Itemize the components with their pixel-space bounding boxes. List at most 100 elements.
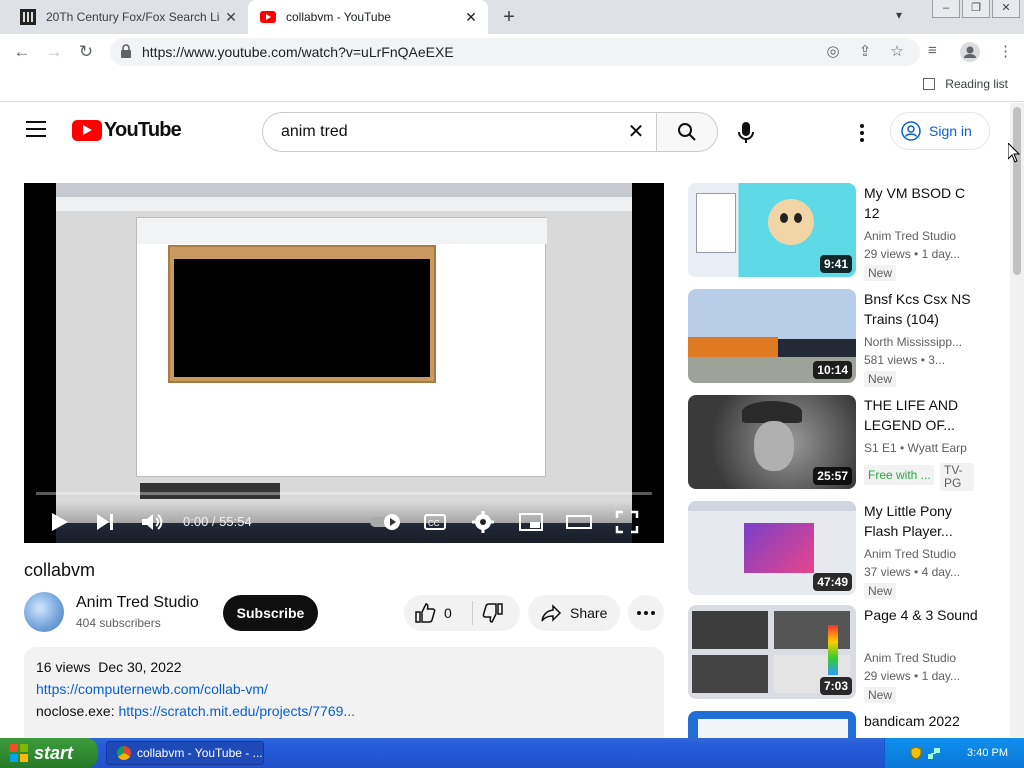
tab-title: 20Th Century Fox/Fox Search Light xyxy=(46,10,220,24)
like-count: 0 xyxy=(444,605,452,621)
subtitles-icon[interactable]: CC xyxy=(422,509,448,535)
profile-avatar-icon[interactable] xyxy=(960,42,980,62)
description-box[interactable]: 16 views Dec 30, 2022 https://computerne… xyxy=(24,647,664,747)
close-tab-icon[interactable]: ✕ xyxy=(220,6,242,28)
taskbar-chrome-window[interactable]: collabvm - YouTube - ... xyxy=(106,741,264,765)
subscribe-button[interactable]: Subscribe xyxy=(223,595,318,631)
description-link-scratch[interactable]: https://scratch.mit.edu/projects/7769... xyxy=(119,703,356,719)
recommendation-item[interactable]: 7:03 Page 4 & 3 Sound Anim Tred Studio 2… xyxy=(688,605,988,703)
close-tab-icon[interactable]: ✕ xyxy=(460,6,482,28)
recommendation-title[interactable]: Bnsf Kcs Csx NS Trains (104) xyxy=(864,289,980,329)
theater-mode-icon[interactable] xyxy=(566,509,592,535)
scrollbar-thumb[interactable] xyxy=(1013,107,1021,275)
tracking-eye-slash-icon[interactable]: ◎ xyxy=(824,43,842,61)
recommendation-channel[interactable]: S1 E1 • Wyatt Earp xyxy=(864,441,974,455)
recommendation-title[interactable]: My VM BSOD C 12 xyxy=(864,183,980,223)
back-arrow-icon[interactable]: ← xyxy=(10,40,34,64)
share-page-icon[interactable]: ⇪ xyxy=(856,43,874,61)
settings-gear-icon[interactable] xyxy=(470,509,496,535)
media-queue-icon[interactable]: ≡ xyxy=(928,42,937,59)
channel-avatar[interactable] xyxy=(24,592,64,632)
settings-more-icon[interactable] xyxy=(850,121,874,145)
description-meta: 16 views Dec 30, 2022 xyxy=(36,659,652,675)
bookmark-star-icon[interactable]: ☆ xyxy=(888,43,906,61)
recommendation-title[interactable]: THE LIFE AND LEGEND OF... xyxy=(864,395,980,435)
fullscreen-icon[interactable] xyxy=(614,509,640,535)
account-circle-icon xyxy=(901,121,921,141)
clear-search-icon[interactable]: ✕ xyxy=(624,120,648,144)
free-with-ads-badge: Free with ... xyxy=(864,465,934,485)
tv-rating-badge: TV-PG xyxy=(940,463,974,491)
reload-icon[interactable]: ↻ xyxy=(74,40,98,64)
recommendation-channel[interactable]: Anim Tred Studio xyxy=(864,547,974,561)
tab-fox-search-light[interactable]: 20Th Century Fox/Fox Search Light ✕ xyxy=(8,0,248,34)
recommendation-item[interactable]: 47:49 My Little Pony Flash Player... Ani… xyxy=(688,501,988,599)
duration-badge: 9:41 xyxy=(819,255,852,273)
new-tab-plus-icon[interactable]: + xyxy=(498,6,520,28)
description-link-collabvm[interactable]: https://computernewb.com/collab-vm/ xyxy=(36,681,268,697)
duration-badge: 47:49 xyxy=(813,573,852,591)
recommendation-channel[interactable]: North Mississipp... xyxy=(864,335,974,349)
video-thumbnail[interactable]: 25:57 xyxy=(688,395,856,489)
minimize-button[interactable]: – xyxy=(932,0,960,18)
clock[interactable]: 3:40 PM xyxy=(967,747,1008,759)
system-tray: 3:40 PM xyxy=(884,738,1024,768)
reading-list-icon xyxy=(923,78,936,90)
search-button[interactable] xyxy=(656,112,718,152)
tab-collabvm-youtube[interactable]: collabvm - YouTube ✕ xyxy=(248,0,488,34)
autoplay-toggle-icon[interactable] xyxy=(368,509,402,535)
recommendation-item[interactable]: 10:14 Bnsf Kcs Csx NS Trains (104) North… xyxy=(688,289,988,387)
video-thumbnail[interactable] xyxy=(688,711,856,738)
video-title: collabvm xyxy=(24,560,96,580)
url-text[interactable]: https://www.youtube.com/watch?v=uLrFnQAe… xyxy=(142,44,454,60)
recommendation-channel[interactable]: Anim Tred Studio xyxy=(864,651,974,665)
tab-search-chevron-icon[interactable]: ▾ xyxy=(896,8,902,22)
search-input[interactable] xyxy=(279,121,609,143)
recommendation-item[interactable]: 9:41 My VM BSOD C 12 Anim Tred Studio 29… xyxy=(688,183,988,281)
security-shield-icon[interactable] xyxy=(909,746,923,760)
view-count: 16 views xyxy=(36,659,91,675)
dislike-thumb-down-icon[interactable] xyxy=(482,602,504,624)
recommendation-channel[interactable]: Anim Tred Studio xyxy=(864,229,974,243)
volume-icon[interactable] xyxy=(139,509,165,535)
network-icon[interactable] xyxy=(927,746,941,760)
chrome-menu-icon[interactable]: ⋮ xyxy=(998,42,1013,60)
restore-button[interactable]: ❐ xyxy=(962,0,990,18)
recommendation-item[interactable]: 25:57 THE LIFE AND LEGEND OF... S1 E1 • … xyxy=(688,395,988,491)
recommendation-title[interactable]: My Little Pony Flash Player... xyxy=(864,501,980,541)
recommendation-views: 29 views • 1 day... xyxy=(864,247,961,261)
start-button[interactable]: start xyxy=(0,738,98,768)
logo-text: YouTube xyxy=(104,119,182,141)
youtube-favicon-icon xyxy=(260,11,276,23)
more-actions-button[interactable] xyxy=(628,595,664,631)
youtube-logo[interactable]: YouTube xyxy=(72,119,182,142)
time-display: 0:00 / 55:54 xyxy=(183,514,252,529)
close-window-button[interactable]: ✕ xyxy=(992,0,1020,18)
video-thumbnail[interactable]: 47:49 xyxy=(688,501,856,595)
next-video-icon[interactable] xyxy=(92,509,118,535)
os-taskbar: start collabvm - YouTube - ... 3:40 PM xyxy=(0,738,1024,768)
sign-in-button[interactable]: Sign in xyxy=(890,112,990,150)
address-bar[interactable]: https://www.youtube.com/watch?v=uLrFnQAe… xyxy=(110,38,920,66)
miniplayer-icon[interactable] xyxy=(518,509,544,535)
new-badge: New xyxy=(864,687,897,703)
page-scrollbar[interactable] xyxy=(1010,103,1024,737)
recommendation-title[interactable]: Page 4 & 3 Sound xyxy=(864,605,980,625)
duration-badge: 25:57 xyxy=(813,467,852,485)
recommendation-item[interactable]: bandicam 2022 xyxy=(688,711,988,738)
video-thumbnail[interactable]: 7:03 xyxy=(688,605,856,699)
like-thumb-up-icon[interactable] xyxy=(414,602,436,624)
share-button[interactable]: Share xyxy=(528,595,620,631)
microphone-icon[interactable] xyxy=(728,115,764,151)
video-thumbnail[interactable]: 10:14 xyxy=(688,289,856,383)
recommendation-title[interactable]: bandicam 2022 xyxy=(864,711,980,731)
video-player[interactable]: 0:00 / 55:54 CC xyxy=(24,183,664,543)
hamburger-menu-icon[interactable] xyxy=(26,121,46,137)
reading-list-button[interactable]: Reading list xyxy=(923,77,1008,91)
forward-arrow-icon[interactable]: → xyxy=(42,40,66,64)
upload-date: Dec 30, 2022 xyxy=(98,659,182,675)
progress-bar[interactable] xyxy=(36,492,652,495)
video-thumbnail[interactable]: 9:41 xyxy=(688,183,856,277)
play-icon[interactable] xyxy=(46,509,72,535)
channel-name[interactable]: Anim Tred Studio xyxy=(76,594,199,612)
